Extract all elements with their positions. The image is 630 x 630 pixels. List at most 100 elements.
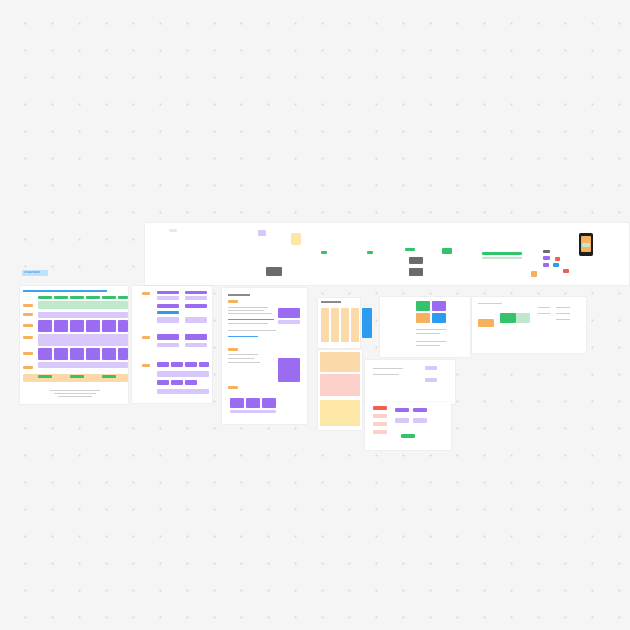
list-item[interactable] [157,291,179,294]
grid-cell[interactable] [102,320,116,332]
orange-table-frame[interactable] [318,350,362,430]
section-tag[interactable] [228,348,238,351]
tree-node[interactable] [373,406,387,410]
flow-node[interactable] [258,230,266,236]
list-item[interactable] [157,334,179,340]
list-item[interactable] [157,311,179,314]
grid-cell[interactable] [38,348,52,360]
list-item[interactable] [171,380,183,385]
list-item[interactable] [185,291,207,294]
list-item[interactable] [185,304,207,308]
header-cell[interactable] [54,296,68,299]
grid-cell[interactable] [54,348,68,360]
flow-node[interactable] [531,271,537,277]
row-label[interactable] [23,352,33,355]
grid-cell[interactable] [38,334,128,346]
list-item[interactable] [185,362,197,367]
grid-cell[interactable] [102,348,116,360]
row-label[interactable] [23,313,33,316]
flow-node[interactable] [409,257,423,264]
tree-frame[interactable] [365,402,451,450]
list-item[interactable] [171,362,183,367]
link-line[interactable] [228,319,274,320]
grid-cell[interactable] [118,320,128,332]
tree-node[interactable] [413,408,427,412]
header-cell[interactable] [86,296,100,299]
grid-cell[interactable] [38,301,128,309]
grid-cell[interactable] [118,348,128,360]
spec-box[interactable] [516,313,530,323]
grid-cell[interactable] [38,320,52,332]
flow-node[interactable] [553,263,559,267]
card[interactable] [230,398,244,408]
list-item[interactable] [157,371,209,377]
callout-box[interactable] [278,308,300,318]
header-cell[interactable] [38,296,52,299]
table-cell[interactable] [320,374,360,396]
matrix-column[interactable] [321,308,329,342]
row-label[interactable] [23,304,33,307]
tree-node[interactable] [413,418,427,423]
header-cell[interactable] [118,296,128,299]
flow-node[interactable] [543,256,550,260]
list-item[interactable] [185,317,207,323]
flow-node[interactable] [405,248,415,251]
list-item[interactable] [157,317,179,323]
list-item[interactable] [157,389,209,394]
tile[interactable] [432,313,446,323]
list-item[interactable] [157,362,169,367]
list-item[interactable] [185,296,207,300]
color-grid-frame[interactable] [380,297,470,357]
tree-node[interactable] [395,418,409,423]
matrix-column[interactable] [351,308,359,342]
grid-cell[interactable] [38,362,128,368]
flow-node[interactable] [409,268,423,276]
matrix-column[interactable] [341,308,349,342]
tile[interactable] [416,301,430,311]
list-item[interactable] [199,362,209,367]
callout-box[interactable] [278,320,300,324]
list-item[interactable] [185,380,197,385]
grid-cell[interactable] [70,320,84,332]
state-frame[interactable] [365,360,455,404]
section-tag[interactable] [142,364,150,367]
list-item[interactable] [157,296,179,300]
flow-node[interactable] [321,251,327,254]
card[interactable] [230,410,276,413]
flow-node[interactable] [367,251,373,254]
matrix-column[interactable] [331,308,339,342]
tree-node[interactable] [395,408,409,412]
list-item[interactable] [185,343,207,347]
flow-node[interactable] [555,257,560,261]
row-label[interactable] [23,324,33,327]
flow-node[interactable] [442,248,452,254]
flow-diagram-frame[interactable] [145,223,629,285]
link-line[interactable] [228,336,258,337]
flow-node[interactable] [482,257,522,259]
spec-frame[interactable] [472,297,586,353]
callout-box[interactable] [278,358,300,382]
tile[interactable] [432,301,446,311]
card[interactable] [246,398,260,408]
document-frame[interactable] [222,288,307,424]
grid-cell[interactable] [38,312,128,318]
list-item[interactable] [157,304,179,308]
matrix-frame[interactable] [318,298,360,348]
tree-node[interactable] [401,434,415,438]
grid-cell[interactable] [38,375,52,378]
table-cell[interactable] [320,352,360,372]
grid-cell[interactable] [86,320,100,332]
row-label[interactable] [23,336,33,339]
tree-node[interactable] [373,414,387,418]
flow-node[interactable] [266,267,282,276]
header-cell[interactable] [70,296,84,299]
grid-cell[interactable] [102,375,116,378]
grid-cell[interactable] [54,320,68,332]
list-frame[interactable] [132,286,212,403]
state-node[interactable] [425,366,437,370]
grid-cell[interactable] [86,348,100,360]
tile[interactable] [416,313,430,323]
flow-node[interactable] [169,229,177,232]
row-label[interactable] [23,366,33,369]
spec-box[interactable] [478,319,494,327]
